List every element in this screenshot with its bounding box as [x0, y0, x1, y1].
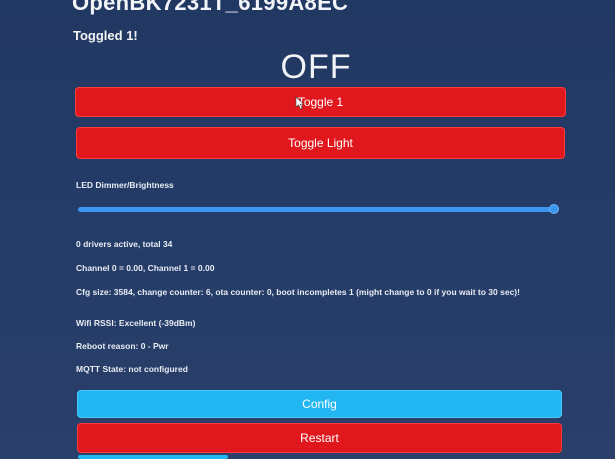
device-web-page: OpenBK7231T_6199A8EC Toggled 1! OFF Togg…: [0, 0, 615, 459]
wifi-rssi-info: Wifi RSSI: Excellent (-39dBm): [76, 318, 196, 328]
config-label: Config: [302, 397, 337, 411]
brightness-slider[interactable]: [78, 204, 559, 214]
restart-label: Restart: [300, 431, 339, 445]
device-title: OpenBK7231T_6199A8EC: [72, 0, 349, 15]
reboot-reason-info: Reboot reason: 0 - Pwr: [76, 341, 169, 351]
power-state: OFF: [280, 48, 352, 86]
status-message: Toggled 1!: [73, 28, 138, 43]
channels-info: Channel 0 = 0.00, Channel 1 = 0.00: [76, 263, 215, 273]
slider-handle[interactable]: [549, 204, 559, 214]
mouse-cursor-icon: [295, 96, 305, 110]
toggle-light-button[interactable]: Toggle Light: [76, 127, 565, 159]
toggle-1-button[interactable]: Toggle 1: [75, 87, 566, 117]
dimmer-label: LED Dimmer/Brightness: [76, 180, 174, 190]
mqtt-state-info: MQTT State: not configured: [76, 364, 188, 374]
config-button[interactable]: Config: [77, 390, 562, 418]
restart-button[interactable]: Restart: [77, 423, 562, 453]
next-button-partial[interactable]: [78, 455, 228, 459]
cfg-info: Cfg size: 3584, change counter: 6, ota c…: [76, 287, 520, 297]
drivers-info: 0 drivers active, total 34: [76, 239, 173, 249]
toggle-light-label: Toggle Light: [288, 136, 353, 150]
